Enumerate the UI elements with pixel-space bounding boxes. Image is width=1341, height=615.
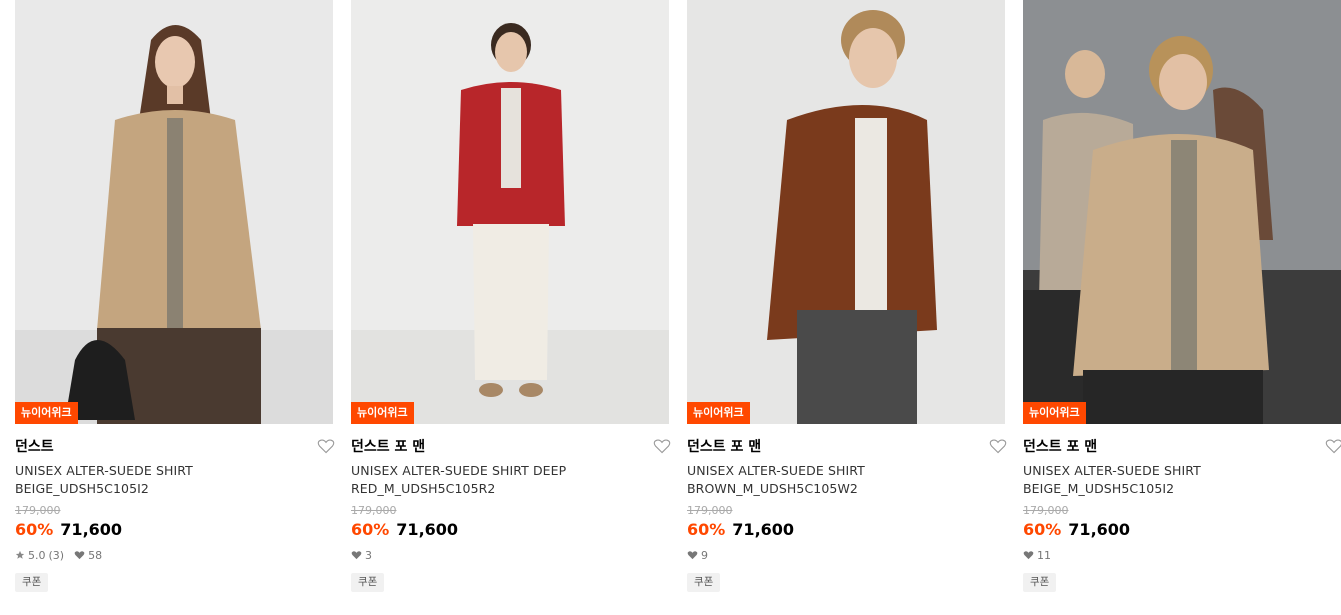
product-name[interactable]: UNISEX ALTER-SUEDE SHIRT BEIGE_UDSH5C105… (15, 462, 333, 498)
coupon-badge: 쿠폰 (687, 573, 721, 592)
review-count: (3) (48, 548, 65, 562)
coupon-badge: 쿠폰 (15, 573, 49, 592)
sale-price: 71,600 (60, 520, 123, 539)
product-name-line2: RED_M_UDSH5C105R2 (351, 481, 496, 496)
brand-name[interactable]: 던스트 포 맨 (687, 436, 761, 456)
product-card[interactable]: 뉴이어위크 던스트 UNISEX ALTER-SUEDE SHIRT BEIGE… (15, 0, 335, 592)
product-grid: 뉴이어위크 던스트 UNISEX ALTER-SUEDE SHIRT BEIGE… (15, 0, 1341, 592)
likes-count: 11 (1037, 548, 1051, 562)
rating-value: 5.0 (28, 548, 46, 562)
heart-filled-icon (74, 551, 85, 560)
coupon-badge: 쿠폰 (1023, 573, 1057, 592)
original-price: 179,000 (1023, 504, 1069, 517)
brand-name[interactable]: 던스트 포 맨 (351, 436, 425, 456)
discount-rate: 60% (1023, 520, 1062, 539)
likes: 58 (74, 549, 102, 562)
coupon-badge: 쿠폰 (351, 573, 385, 592)
heart-icon[interactable] (989, 438, 1007, 454)
likes-count: 3 (365, 548, 372, 562)
product-name[interactable]: UNISEX ALTER-SUEDE SHIRT BROWN_M_UDSH5C1… (687, 462, 1005, 498)
original-price: 179,000 (687, 504, 733, 517)
brand-name[interactable]: 던스트 포 맨 (1023, 436, 1097, 456)
likes: 3 (351, 549, 372, 562)
product-image[interactable]: 뉴이어위크 (15, 0, 333, 424)
promo-badge: 뉴이어위크 (15, 402, 78, 424)
product-card[interactable]: 뉴이어위크 던스트 포 맨 UNISEX ALTER-SUEDE SHIRT D… (351, 0, 671, 592)
sale-price: 71,600 (732, 520, 795, 539)
product-name-line2: BEIGE_UDSH5C105I2 (15, 481, 149, 496)
likes: 11 (1023, 549, 1051, 562)
product-name[interactable]: UNISEX ALTER-SUEDE SHIRT BEIGE_M_UDSH5C1… (1023, 462, 1341, 498)
product-name-line1: UNISEX ALTER-SUEDE SHIRT (15, 463, 193, 478)
original-price: 179,000 (15, 504, 61, 517)
discount-rate: 60% (687, 520, 726, 539)
product-name-line1: UNISEX ALTER-SUEDE SHIRT (687, 463, 865, 478)
likes: 9 (687, 549, 708, 562)
product-name-line2: BROWN_M_UDSH5C105W2 (687, 481, 858, 496)
product-name[interactable]: UNISEX ALTER-SUEDE SHIRT DEEP RED_M_UDSH… (351, 462, 669, 498)
discount-rate: 60% (15, 520, 54, 539)
product-image[interactable]: 뉴이어위크 (687, 0, 1005, 424)
heart-filled-icon (687, 551, 698, 560)
rating: 5.0 (3) (15, 549, 64, 562)
product-name-line1: UNISEX ALTER-SUEDE SHIRT (1023, 463, 1201, 478)
product-image[interactable]: 뉴이어위크 (1023, 0, 1341, 424)
heart-icon[interactable] (1325, 438, 1341, 454)
promo-badge: 뉴이어위크 (1023, 402, 1086, 424)
heart-icon[interactable] (317, 438, 335, 454)
heart-filled-icon (351, 551, 362, 560)
likes-count: 58 (88, 548, 103, 562)
brand-name[interactable]: 던스트 (15, 436, 54, 456)
heart-icon[interactable] (653, 438, 671, 454)
product-name-line1: UNISEX ALTER-SUEDE SHIRT DEEP (351, 463, 567, 478)
product-card[interactable]: 뉴이어위크 던스트 포 맨 UNISEX ALTER-SUEDE SHIRT B… (1023, 0, 1341, 592)
sale-price: 71,600 (1068, 520, 1131, 539)
promo-badge: 뉴이어위크 (351, 402, 414, 424)
discount-rate: 60% (351, 520, 390, 539)
promo-badge: 뉴이어위크 (687, 402, 750, 424)
product-name-line2: BEIGE_M_UDSH5C105I2 (1023, 481, 1175, 496)
sale-price: 71,600 (396, 520, 459, 539)
original-price: 179,000 (351, 504, 397, 517)
likes-count: 9 (701, 548, 708, 562)
star-icon (15, 550, 25, 559)
product-card[interactable]: 뉴이어위크 던스트 포 맨 UNISEX ALTER-SUEDE SHIRT B… (687, 0, 1007, 592)
product-image[interactable]: 뉴이어위크 (351, 0, 669, 424)
heart-filled-icon (1023, 551, 1034, 560)
